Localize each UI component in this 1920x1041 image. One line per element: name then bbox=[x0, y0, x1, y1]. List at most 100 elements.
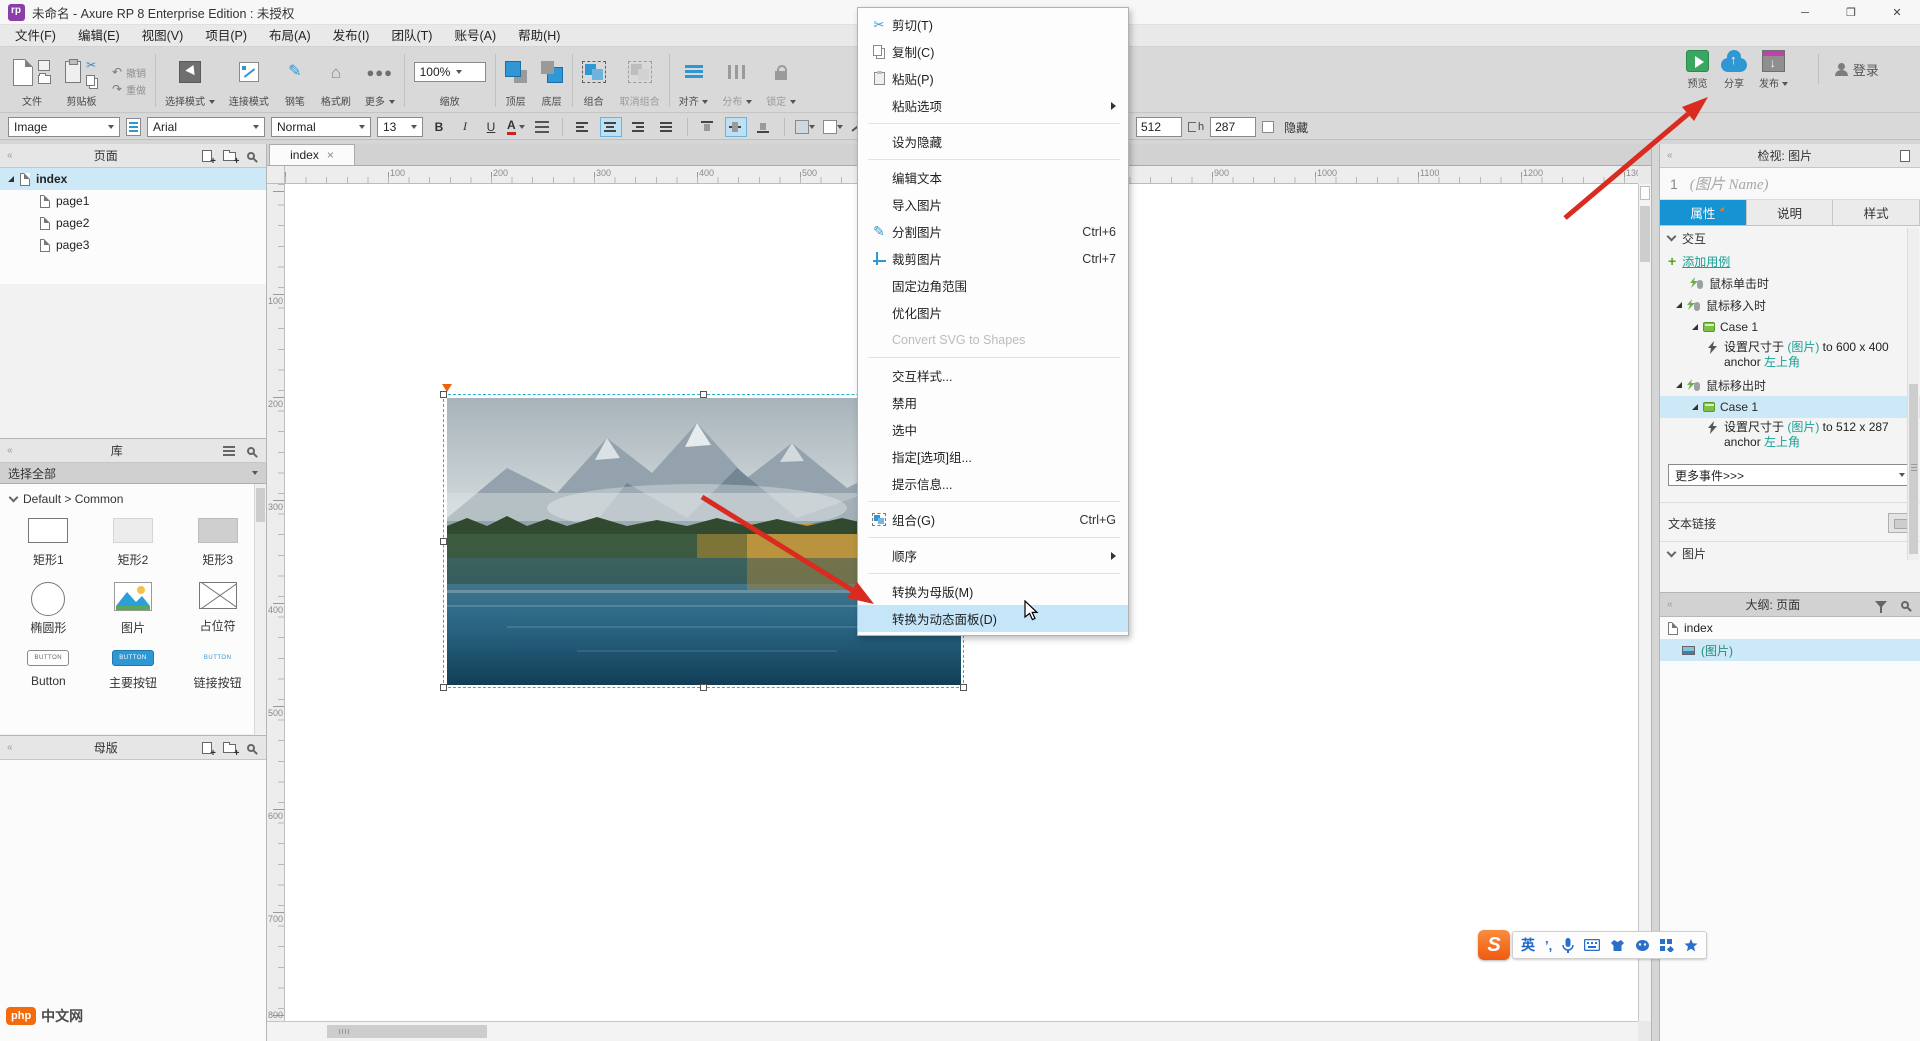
page-item-page1[interactable]: page1 bbox=[0, 190, 266, 212]
expander-icon[interactable] bbox=[1676, 302, 1682, 308]
new-file-icon[interactable] bbox=[13, 58, 33, 86]
font-family-select[interactable]: Arial bbox=[147, 116, 265, 137]
align-left-button[interactable] bbox=[572, 117, 594, 137]
more-events-select[interactable]: 更多事件>>> bbox=[1668, 464, 1912, 486]
panel-splitter[interactable] bbox=[1651, 144, 1659, 1041]
image-section-header[interactable]: 图片 bbox=[1660, 541, 1920, 565]
font-size-select[interactable]: 13 bbox=[377, 116, 423, 137]
format-painter-icon[interactable]: ⌂ bbox=[331, 64, 341, 81]
microphone-icon[interactable] bbox=[1562, 937, 1574, 953]
ime-punctuation-icon[interactable]: ’, bbox=[1545, 938, 1552, 953]
widget-placeholder[interactable]: 占位符 bbox=[175, 582, 260, 636]
library-scrollbar[interactable] bbox=[254, 484, 266, 734]
menu-item-group[interactable]: 组合(G) Ctrl+G bbox=[858, 506, 1128, 533]
width-input[interactable]: 512 bbox=[1136, 117, 1182, 137]
collapse-panel-icon[interactable]: « bbox=[7, 742, 13, 753]
expander-icon[interactable] bbox=[1692, 324, 1698, 330]
resize-handle-n[interactable] bbox=[700, 391, 707, 398]
case1-row[interactable]: Case 1 bbox=[1660, 316, 1920, 338]
border-color-button[interactable] bbox=[822, 117, 844, 137]
sogou-logo-icon[interactable]: S bbox=[1478, 930, 1510, 960]
add-master-folder-button[interactable] bbox=[221, 740, 239, 759]
group-icon[interactable] bbox=[581, 61, 606, 83]
menu-publish[interactable]: 发布(I) bbox=[322, 25, 381, 47]
bring-to-front-icon[interactable] bbox=[504, 61, 527, 83]
inspector-scrollbar[interactable] bbox=[1907, 228, 1919, 560]
menu-item-import-image[interactable]: 导入图片 bbox=[858, 191, 1128, 218]
event-onmouseenter[interactable]: 鼠标移入时 bbox=[1660, 294, 1920, 316]
hidden-checkbox[interactable] bbox=[1262, 121, 1275, 133]
copy-icon[interactable] bbox=[86, 74, 95, 86]
font-weight-select[interactable]: Normal bbox=[271, 116, 371, 137]
expander-icon[interactable] bbox=[1676, 382, 1682, 388]
toolbox-grid-icon[interactable] bbox=[1660, 938, 1675, 952]
preview-button[interactable]: 预览 bbox=[1686, 50, 1709, 90]
filter-icon[interactable] bbox=[1873, 597, 1889, 613]
widget-rect2[interactable]: 矩形2 bbox=[91, 518, 176, 568]
open-icon[interactable] bbox=[38, 73, 51, 84]
case2-row-selected[interactable]: Case 1 bbox=[1660, 396, 1920, 418]
more-tools-icon[interactable]: ●●● bbox=[366, 66, 393, 79]
menu-item-select[interactable]: 选中 bbox=[858, 416, 1128, 443]
widget-rect1[interactable]: 矩形1 bbox=[6, 518, 91, 568]
valign-bottom-button[interactable] bbox=[753, 117, 775, 137]
add-case-link[interactable]: + 添加用例 bbox=[1660, 250, 1920, 272]
notes-page-icon[interactable] bbox=[1897, 148, 1913, 164]
add-page-button[interactable] bbox=[199, 148, 216, 167]
library-group-row[interactable]: Default > Common bbox=[0, 484, 266, 508]
resize-handle-s[interactable] bbox=[700, 684, 707, 691]
search-masters-icon[interactable] bbox=[243, 740, 259, 756]
widget-name-input[interactable]: (图片 Name) bbox=[1690, 173, 1769, 194]
resize-handle-se[interactable] bbox=[960, 684, 967, 691]
pen-tool-icon[interactable]: ✎ bbox=[288, 64, 301, 80]
ime-mode-toggle[interactable]: 英 bbox=[1521, 935, 1535, 955]
library-menu-icon[interactable] bbox=[221, 443, 237, 459]
resize-handle-w[interactable] bbox=[440, 538, 447, 545]
underline-button[interactable]: U bbox=[481, 117, 501, 137]
widget-rect3[interactable]: 矩形3 bbox=[175, 518, 260, 568]
cut-icon[interactable]: ✂ bbox=[86, 59, 98, 71]
search-pages-icon[interactable] bbox=[243, 148, 259, 164]
tab-index[interactable]: index × bbox=[269, 144, 355, 165]
height-input[interactable]: 287 bbox=[1210, 117, 1257, 137]
menu-item-assign-group[interactable]: 指定[选项]组... bbox=[858, 443, 1128, 470]
search-library-icon[interactable] bbox=[243, 443, 259, 459]
menu-item-paste[interactable]: 粘贴(P) bbox=[858, 65, 1128, 92]
keyboard-icon[interactable] bbox=[1584, 939, 1601, 951]
tab-close-icon[interactable]: × bbox=[327, 148, 334, 162]
event-onclick[interactable]: 鼠标单击时 bbox=[1660, 272, 1920, 294]
collapse-panel-icon[interactable]: « bbox=[7, 445, 13, 456]
widget-image[interactable]: 图片 bbox=[91, 582, 176, 636]
menu-arrange[interactable]: 布局(A) bbox=[258, 25, 322, 47]
menu-help[interactable]: 帮助(H) bbox=[507, 25, 571, 47]
save-icon[interactable] bbox=[38, 60, 50, 71]
minimize-button[interactable]: ─ bbox=[1782, 0, 1828, 25]
menu-project[interactable]: 项目(P) bbox=[194, 25, 258, 47]
widget-style-select[interactable]: Image bbox=[8, 116, 120, 137]
widget-primary-button[interactable]: BUTTON 主要按钮 bbox=[91, 650, 176, 691]
line-spacing-button[interactable] bbox=[531, 117, 553, 137]
resize-handle-nw[interactable] bbox=[440, 391, 447, 398]
zoom-select[interactable]: 100% bbox=[413, 62, 486, 82]
maximize-button[interactable]: ❐ bbox=[1828, 0, 1874, 25]
widget-link-button[interactable]: BUTTON 链接按钮 bbox=[175, 650, 260, 691]
distribute-icon[interactable] bbox=[728, 65, 747, 79]
expander-icon[interactable] bbox=[8, 176, 14, 182]
fill-color-button[interactable] bbox=[794, 117, 816, 137]
menu-file[interactable]: 文件(F) bbox=[4, 25, 67, 47]
font-color-button[interactable]: A bbox=[507, 118, 525, 135]
menu-team[interactable]: 团队(T) bbox=[380, 25, 443, 47]
library-filter-select[interactable]: 选择全部 bbox=[0, 463, 266, 484]
menu-item-copy[interactable]: 复制(C) bbox=[858, 38, 1128, 65]
widget-button[interactable]: BUTTON Button bbox=[6, 650, 91, 691]
menu-item-interaction-styles[interactable]: 交互样式... bbox=[858, 362, 1128, 389]
action-set-size-512[interactable]: 设置尺寸于 (图片) to 512 x 287 anchor 左上角 bbox=[1660, 418, 1920, 454]
menu-item-crop-image[interactable]: 裁剪图片 Ctrl+7 bbox=[858, 245, 1128, 272]
menu-item-slice-image[interactable]: ✎ 分割图片 Ctrl+6 bbox=[858, 218, 1128, 245]
tab-properties[interactable]: 属性 bbox=[1660, 200, 1747, 225]
select-mode-icon[interactable] bbox=[178, 61, 201, 83]
collapse-panel-icon[interactable]: « bbox=[1667, 599, 1673, 610]
tab-notes[interactable]: 说明 bbox=[1746, 200, 1834, 225]
page-item-page2[interactable]: page2 bbox=[0, 212, 266, 234]
menu-view[interactable]: 视图(V) bbox=[131, 25, 195, 47]
